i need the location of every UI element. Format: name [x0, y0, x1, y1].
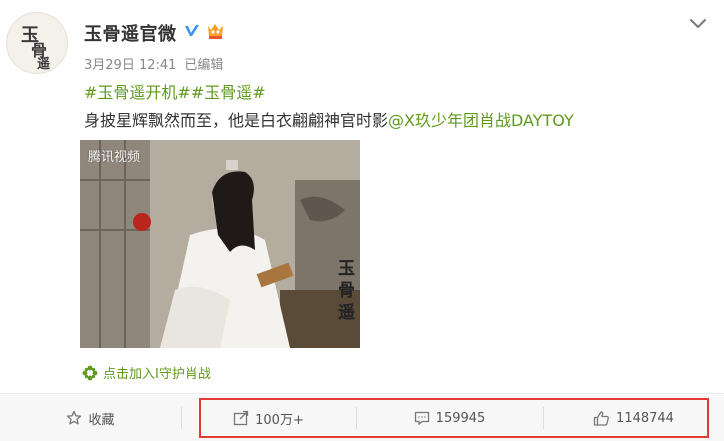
divider — [0, 393, 724, 394]
post-image[interactable]: 腾讯视频 玉骨遥 — [80, 140, 360, 348]
author-name[interactable]: 玉骨遥官微 — [84, 20, 177, 46]
post-text: 身披星辉飘然而至，他是白衣翩翩神官时影@X玖少年团肖战DAYTOY — [84, 107, 574, 131]
avatar-glyph: 遥 — [37, 57, 51, 72]
post-timestamp[interactable]: 3月29日 12:41 — [84, 58, 176, 73]
author-row: 玉骨遥官微 — [84, 20, 227, 46]
weibo-post-card: 玉 骨 遥 玉骨遥官微 3月29日 12:41 已编辑 #玉骨遥开机##玉骨遥#… — [0, 0, 724, 441]
post-body: 身披星辉飘然而至，他是白衣翩翩神官时影 — [84, 111, 389, 130]
chevron-down-icon[interactable] — [688, 14, 708, 34]
supertopic-link[interactable]: 点击加入I守护肖战 — [82, 363, 211, 382]
hashtag-link[interactable]: #玉骨遥开机# — [84, 83, 191, 102]
mention-link[interactable]: @X玖少年团肖战DAYTOY — [388, 111, 574, 130]
favorite-button[interactable]: 收藏 — [0, 395, 181, 441]
post-meta: 3月29日 12:41 已编辑 — [84, 54, 223, 73]
avatar[interactable]: 玉 骨 遥 — [6, 12, 68, 74]
flower-icon — [82, 365, 98, 380]
supertopic-label: 点击加入I守护肖战 — [103, 367, 211, 382]
image-side-title: 玉骨遥 — [338, 258, 356, 324]
verified-icon — [183, 22, 201, 44]
edited-label[interactable]: 已编辑 — [184, 58, 223, 73]
star-icon — [67, 410, 82, 425]
image-side-title-text: 玉骨遥 — [338, 259, 355, 323]
hashtag-link[interactable]: #玉骨遥# — [191, 83, 266, 102]
favorite-label: 收藏 — [88, 412, 115, 428]
highlight-box — [199, 398, 709, 438]
image-watermark: 腾讯视频 — [88, 150, 141, 165]
member-badge-icon[interactable] — [205, 21, 227, 45]
post-image-illustration — [80, 140, 360, 348]
hashtags: #玉骨遥开机##玉骨遥# — [84, 79, 266, 103]
